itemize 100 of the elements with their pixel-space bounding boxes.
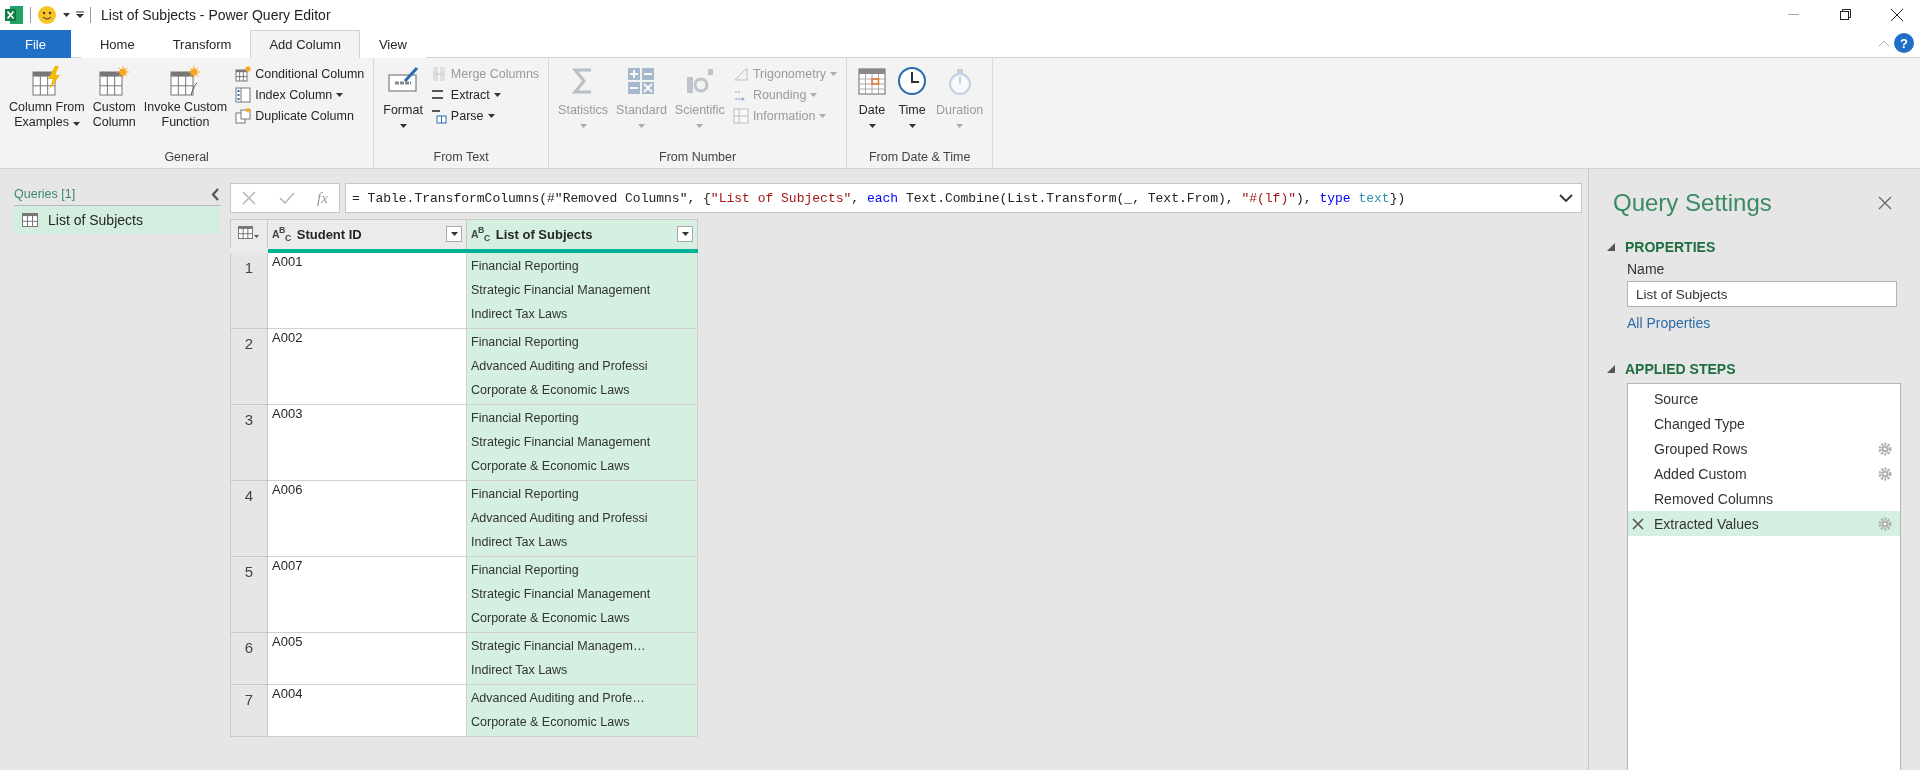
filter-dropdown-button[interactable] <box>677 226 693 243</box>
row-number: 3 <box>230 404 268 480</box>
row-number: 7 <box>230 684 268 736</box>
subject-text: Indirect Tax Laws <box>471 661 569 679</box>
ribbon-button[interactable]: Index Column <box>232 84 368 105</box>
subject-text: Financial Reporting <box>471 485 580 503</box>
ribbon-button[interactable]: Custom Column <box>89 61 139 148</box>
table-cell: A005 <box>267 632 467 684</box>
subject-text: Advanced Auditing and Profe… <box>471 689 646 707</box>
merge-columns-icon <box>430 65 447 82</box>
applied-step[interactable]: Removed Columns <box>1628 486 1900 511</box>
subject-text: Corporate & Economic Laws <box>471 457 631 475</box>
expand-triangle-icon[interactable] <box>1607 365 1615 373</box>
subject-text: Strategic Financial Management <box>471 281 652 299</box>
ribbon-tab[interactable]: File <box>0 30 71 58</box>
window-title: List of Subjects - Power Query Editor <box>101 6 331 23</box>
applied-step[interactable]: Grouped Rows <box>1628 436 1900 461</box>
applied-step[interactable]: Added Custom <box>1628 461 1900 486</box>
table-menu-button[interactable] <box>230 219 268 251</box>
subject-text: Financial Reporting <box>471 257 580 275</box>
all-properties-link[interactable]: All Properties <box>1627 315 1711 331</box>
subject-text: Indirect Tax Laws <box>471 533 569 551</box>
text-grid-icon <box>430 107 447 124</box>
subject-text: Strategic Financial Managem… <box>471 637 647 655</box>
applied-step[interactable]: Source <box>1628 386 1900 411</box>
calendar-icon <box>856 65 889 97</box>
row-number: 4 <box>230 480 268 556</box>
check-icon[interactable] <box>278 192 295 204</box>
table-star-icon <box>169 65 202 97</box>
ribbon-tab[interactable]: Add Column <box>250 30 360 58</box>
subject-text: Corporate & Economic Laws <box>471 381 631 399</box>
applied-step[interactable]: Changed Type <box>1628 411 1900 436</box>
formula-text: = Table.TransformColumns(#"Removed Columns", {"List of Subjects", each Text.Combine(List.Transform(_, Text.From), "#(lf)"), type text}) <box>352 190 1407 206</box>
group-label: From Number <box>658 149 738 166</box>
spreadsheet-app-icon[interactable] <box>4 4 24 25</box>
ribbon-button[interactable]: Column From Examples <box>6 61 88 148</box>
subject-text: Strategic Financial Management <box>471 433 652 451</box>
numbered-column-icon <box>235 86 252 103</box>
subject-text: Advanced Auditing and Professi <box>471 357 649 375</box>
collapse-chevron-icon[interactable] <box>211 187 220 201</box>
smiley-icon[interactable] <box>37 4 57 25</box>
filter-dropdown-button[interactable] <box>446 226 462 243</box>
table-star-icon <box>98 65 131 97</box>
table-cell: A006 <box>267 480 467 556</box>
column-name: List of Subjects <box>495 226 594 242</box>
section-heading: APPLIED STEPS <box>1625 361 1736 377</box>
expand-chevron-icon[interactable] <box>1559 194 1573 202</box>
ribbon-button[interactable]: Date <box>853 61 892 148</box>
delete-icon[interactable] <box>1632 517 1644 530</box>
caret-icon <box>681 232 689 237</box>
subject-text: Financial Reporting <box>471 333 580 351</box>
column-header[interactable]: A$^{B}$$_{C}$ List of Subjects <box>466 219 698 251</box>
group-label: From Date & Time <box>867 149 972 166</box>
ribbon-button[interactable]: Time <box>893 61 932 148</box>
table-cell: A001 <box>267 250 467 328</box>
ribbon-button[interactable]: Invoke Custom Function <box>140 61 231 148</box>
subject-text: Advanced Auditing and Professi <box>471 509 649 527</box>
name-field[interactable]: List of Subjects <box>1627 281 1897 307</box>
help-button[interactable]: ? <box>1894 33 1914 53</box>
ribbon-button[interactable]: Conditional Column <box>232 63 368 84</box>
subject-text: Strategic Financial Management <box>471 585 652 603</box>
table-cell: A002 <box>267 328 467 404</box>
row-number: 2 <box>230 328 268 404</box>
table-cell: A007 <box>267 556 467 632</box>
applied-step[interactable]: Extracted Values <box>1628 511 1900 536</box>
subject-text: Corporate & Economic Laws <box>471 713 631 731</box>
table-cell: A003 <box>267 404 467 480</box>
query-item[interactable]: List of Subjects <box>14 206 220 234</box>
name-label: Name <box>1627 261 1666 277</box>
table-icon <box>22 213 38 227</box>
caret-icon <box>63 12 70 17</box>
duplicate-column-icon <box>235 107 252 124</box>
column-name: Student ID <box>296 226 363 242</box>
row-number: 5 <box>230 556 268 632</box>
expand-triangle-icon[interactable] <box>1607 243 1615 251</box>
subject-text: Financial Reporting <box>471 409 580 427</box>
ribbon-button[interactable]: Format <box>380 61 426 148</box>
panel-title: Query Settings <box>1613 189 1772 217</box>
formula-field[interactable]: = Table.TransformColumns(#"Removed Columns", {"List of Subjects", each Text.Combine(List.Transform(_, Text.From), "#(lf)"), type text}) <box>345 183 1582 213</box>
table-icon <box>238 225 260 240</box>
ribbon-button[interactable]: Extract <box>427 84 543 105</box>
section-heading: PROPERTIES <box>1625 239 1716 255</box>
restore-icon[interactable] <box>1839 9 1851 20</box>
customize-toolbar-icon[interactable] <box>76 10 84 19</box>
ribbon-button[interactable]: Parse <box>427 105 543 126</box>
queries-title: Queries [1] <box>14 187 76 201</box>
table-lightning-icon <box>30 65 63 97</box>
row-number: 1 <box>230 250 268 328</box>
triangle-icon <box>732 65 749 82</box>
subject-text: Indirect Tax Laws <box>471 305 569 323</box>
list-icon <box>732 107 749 124</box>
column-header[interactable]: A$^{B}$$_{C}$ Student ID <box>267 219 467 251</box>
clock-icon <box>896 65 929 97</box>
group-label: From Text <box>432 149 490 166</box>
subject-text: Corporate & Economic Laws <box>471 609 631 627</box>
subject-text: Financial Reporting <box>471 561 580 579</box>
group-label: General <box>163 149 210 166</box>
close-icon[interactable] <box>1891 8 1903 21</box>
ribbon-button[interactable]: Duplicate Column <box>232 105 368 126</box>
caret-icon <box>450 232 458 237</box>
